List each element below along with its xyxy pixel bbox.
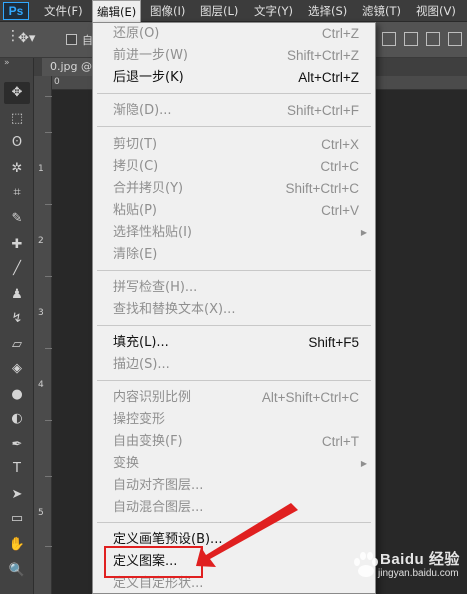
menu-item-content-aware-scale[interactable]: 内容识别比例 Alt+Shift+Ctrl+C xyxy=(93,387,375,408)
menu-item-paste[interactable]: 粘贴(P) Ctrl+V xyxy=(93,200,375,221)
menu-select[interactable]: 选择(S) xyxy=(304,0,351,22)
menu-filter[interactable]: 滤镜(T) xyxy=(358,0,405,22)
menu-image[interactable]: 图像(I) xyxy=(146,0,189,22)
menu-edit[interactable]: 编辑(E) xyxy=(92,0,142,22)
tools-panel: » ✥ ⬚ ʘ ✲ ⌗ ✎ ✚ ╱ ♟ ↯ ▱ ◈ ● ◐ ✒ T ➤ ▭ ✋ … xyxy=(0,58,34,594)
menu-separator xyxy=(97,126,371,127)
marquee-tool-icon[interactable]: ⬚ xyxy=(4,108,30,130)
menu-type[interactable]: 文字(Y) xyxy=(250,0,297,22)
menu-item-step-forward[interactable]: 前进一步(W) Shift+Ctrl+Z xyxy=(93,45,375,66)
zoom-tool-icon[interactable]: 🔍 xyxy=(4,560,30,582)
auto-select-checkbox[interactable] xyxy=(66,34,77,45)
ruler-v-number: 2 xyxy=(38,236,44,246)
menu-item-transform[interactable]: 变换 ▶ xyxy=(93,453,375,474)
move-tool-icon[interactable]: ✥ xyxy=(4,82,30,104)
paint-bucket-icon[interactable]: ◈ xyxy=(4,358,30,380)
lasso-tool-icon[interactable]: ʘ xyxy=(4,132,30,154)
baidu-watermark: Baidu 经验 jingyan.baidu.com xyxy=(350,546,462,586)
menu-item-spell-check[interactable]: 拼写检查(H)... xyxy=(93,277,375,298)
menu-item-find-replace[interactable]: 查找和替换文本(X)... xyxy=(93,299,375,320)
highlight-box xyxy=(104,546,203,578)
magic-wand-icon[interactable]: ✲ xyxy=(4,158,30,180)
menu-separator xyxy=(97,270,371,271)
menu-item-paste-special[interactable]: 选择性粘贴(I) ▶ xyxy=(93,222,375,243)
ruler-v-number: 3 xyxy=(38,308,44,318)
edit-menu-dropdown: 还原(O) Ctrl+Z 前进一步(W) Shift+Ctrl+Z 后退一步(K… xyxy=(92,22,376,594)
type-tool-icon[interactable]: T xyxy=(4,458,30,480)
menu-item-puppet-warp[interactable]: 操控变形 xyxy=(93,409,375,430)
menu-item-clear[interactable]: 清除(E) xyxy=(93,244,375,265)
ruler-v-number: 4 xyxy=(38,380,44,390)
menu-item-cut[interactable]: 剪切(T) Ctrl+X xyxy=(93,134,375,155)
align-bottom-icon[interactable] xyxy=(426,32,440,46)
menu-item-fill[interactable]: 填充(L)... Shift+F5 xyxy=(93,332,375,353)
align-vcenter-icon[interactable] xyxy=(404,32,418,46)
watermark-brand: Baidu 经验 xyxy=(380,551,460,568)
menu-separator xyxy=(97,325,371,326)
path-select-icon[interactable]: ➤ xyxy=(4,484,30,506)
ruler-v-number: 1 xyxy=(38,164,44,174)
menu-item-free-transform[interactable]: 自由变换(F) Ctrl+T xyxy=(93,431,375,452)
submenu-arrow-icon: ▶ xyxy=(360,459,367,468)
align-top-icon[interactable] xyxy=(382,32,396,46)
collapse-panel-icon[interactable]: » xyxy=(4,58,10,68)
menu-item-undo[interactable]: 还原(O) Ctrl+Z xyxy=(93,23,375,44)
healing-brush-icon[interactable]: ✚ xyxy=(4,234,30,256)
history-brush-icon[interactable]: ↯ xyxy=(4,308,30,330)
pen-tool-icon[interactable]: ✒ xyxy=(4,434,30,456)
eraser-icon[interactable]: ▱ xyxy=(4,334,30,356)
ruler-h-number: 0 xyxy=(54,77,60,87)
vertical-ruler: 1 2 3 4 5 xyxy=(34,76,52,594)
menu-view[interactable]: 视图(V) xyxy=(412,0,460,22)
align-left-icon[interactable] xyxy=(448,32,462,46)
brush-tool-icon[interactable]: ╱ xyxy=(4,258,30,280)
menu-item-fade[interactable]: 渐隐(D)... Shift+Ctrl+F xyxy=(93,100,375,121)
watermark-url: jingyan.baidu.com xyxy=(378,568,459,579)
menu-item-copy-merged[interactable]: 合并拷贝(Y) Shift+Ctrl+C xyxy=(93,178,375,199)
menu-separator xyxy=(97,380,371,381)
menu-item-step-backward[interactable]: 后退一步(K) Alt+Ctrl+Z xyxy=(93,67,375,88)
ruler-v-number: 5 xyxy=(38,508,44,518)
menu-separator xyxy=(97,93,371,94)
shape-tool-icon[interactable]: ▭ xyxy=(4,508,30,530)
menu-item-auto-blend-layers[interactable]: 自动混合图层... xyxy=(93,497,375,518)
move-tool-icon[interactable]: ✥▾ xyxy=(18,31,35,46)
menu-layer[interactable]: 图层(L) xyxy=(196,0,242,22)
submenu-arrow-icon: ▶ xyxy=(360,228,367,237)
hand-tool-icon[interactable]: ✋ xyxy=(4,534,30,556)
menu-item-auto-align-layers[interactable]: 自动对齐图层... xyxy=(93,475,375,496)
menu-separator xyxy=(97,522,371,523)
photoshop-logo: Ps xyxy=(3,2,29,20)
menu-item-copy[interactable]: 拷贝(C) Ctrl+C xyxy=(93,156,375,177)
clone-stamp-icon[interactable]: ♟ xyxy=(4,284,30,306)
paw-icon xyxy=(354,552,378,577)
menu-item-stroke[interactable]: 描边(S)... xyxy=(93,354,375,375)
menu-bar: Ps 文件(F) 编辑(E) 图像(I) 图层(L) 文字(Y) 选择(S) 滤… xyxy=(0,0,467,22)
dodge-tool-icon[interactable]: ◐ xyxy=(4,408,30,430)
eyedropper-icon[interactable]: ✎ xyxy=(4,208,30,230)
menu-file[interactable]: 文件(F) xyxy=(40,0,87,22)
blur-tool-icon[interactable]: ● xyxy=(4,384,30,406)
crop-tool-icon[interactable]: ⌗ xyxy=(4,182,30,204)
